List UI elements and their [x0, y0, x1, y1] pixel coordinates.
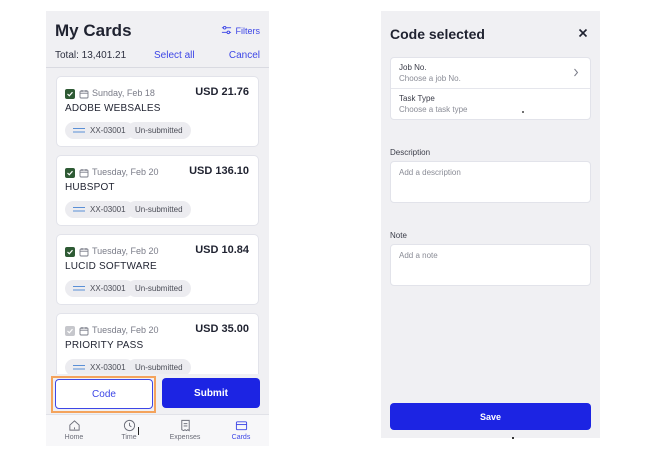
transaction-amount: USD 10.84: [195, 244, 249, 256]
my-cards-screen: My Cards Filters Total: 13,401.21 Select…: [46, 11, 269, 446]
job-code-chip: XX-03001: [65, 201, 134, 218]
task-type-select[interactable]: Task Type Choose a task type: [391, 89, 590, 120]
filters-label: Filters: [235, 25, 261, 36]
checkbox-checked[interactable]: [65, 168, 75, 178]
tab-cards[interactable]: Cards: [219, 419, 263, 441]
total-row: Total: 13,401.21 Select all Cancel: [55, 50, 260, 64]
job-code: XX-03001: [90, 284, 126, 293]
transaction-card[interactable]: Tuesday, Feb 20 USD 10.84 LUCID SOFTWARE…: [56, 234, 259, 305]
tab-expenses[interactable]: Expenses: [163, 419, 207, 441]
job-number-label: Job No.: [399, 63, 427, 72]
transaction-card[interactable]: Tuesday, Feb 20 USD 35.00 PRIORITY PASS …: [56, 313, 259, 374]
status-badge: Un-submitted: [127, 122, 191, 139]
save-button[interactable]: Save: [390, 403, 591, 430]
cancel-button[interactable]: Cancel: [229, 50, 260, 61]
transaction-date: Tuesday, Feb 20: [92, 325, 159, 335]
select-all-button[interactable]: Select all: [154, 50, 195, 61]
check-icon: [67, 249, 73, 255]
status-badge: Un-submitted: [127, 359, 191, 374]
calendar-icon: [79, 169, 89, 178]
checkbox-checked[interactable]: [65, 247, 75, 257]
merchant-name: PRIORITY PASS: [65, 340, 144, 351]
job-code-chip: XX-03001: [65, 280, 134, 297]
calendar-icon: [79, 248, 89, 257]
description-field[interactable]: Add a description: [390, 161, 591, 203]
tab-label: Expenses: [169, 434, 201, 441]
transaction-amount: USD 21.76: [195, 86, 249, 98]
check-icon: [67, 91, 73, 97]
code-selected-sheet: Code selected Job No. Choose a job No. T…: [381, 11, 600, 438]
chevron-right-icon: [574, 68, 579, 77]
action-bar: Code Submit: [46, 374, 269, 414]
card-transaction-list[interactable]: Sunday, Feb 18 USD 21.76 ADOBE WEBSALES …: [46, 68, 269, 374]
transaction-amount: USD 35.00: [195, 323, 249, 335]
checkbox-unchecked[interactable]: [65, 326, 75, 336]
clock-icon: [123, 419, 135, 432]
page-title: My Cards: [55, 21, 132, 40]
tab-label: Time: [121, 434, 137, 441]
home-indicator: [512, 437, 514, 439]
card-icon: [235, 421, 247, 431]
transaction-card[interactable]: Tuesday, Feb 20 USD 136.10 HUBSPOT XX-03…: [56, 155, 259, 226]
merchant-name: HUBSPOT: [65, 182, 115, 193]
transaction-date: Tuesday, Feb 20: [92, 167, 159, 177]
job-task-selector: Job No. Choose a job No. Task Type Choos…: [390, 57, 591, 120]
calendar-icon: [79, 327, 89, 336]
check-icon: [67, 328, 73, 334]
description-placeholder: Add a description: [399, 168, 461, 177]
transaction-amount: USD 136.10: [189, 165, 249, 177]
note-field[interactable]: Add a note: [390, 244, 591, 286]
code-lines-icon: [73, 286, 85, 291]
receipt-icon: [180, 419, 190, 432]
job-code: XX-03001: [90, 126, 126, 135]
tab-label: Home: [64, 434, 84, 441]
header: My Cards Filters Total: 13,401.21 Select…: [46, 11, 269, 67]
job-number-select[interactable]: Job No. Choose a job No.: [391, 58, 590, 89]
sheet-title: Code selected: [390, 26, 485, 42]
cursor-dot: [522, 111, 524, 113]
checkbox-checked[interactable]: [65, 89, 75, 99]
bottom-tab-bar: Home Time Expenses Cards: [46, 414, 269, 446]
merchant-name: LUCID SOFTWARE: [65, 261, 157, 272]
code-lines-icon: [73, 365, 85, 370]
job-code-chip: XX-03001: [65, 359, 134, 374]
task-type-placeholder: Choose a task type: [399, 105, 468, 114]
filter-icon: [221, 26, 231, 35]
status-badge: Un-submitted: [127, 201, 191, 218]
job-code-chip: XX-03001: [65, 122, 134, 139]
merchant-name: ADOBE WEBSALES: [65, 103, 161, 114]
transaction-date: Sunday, Feb 18: [92, 88, 155, 98]
job-code: XX-03001: [90, 363, 126, 372]
code-lines-icon: [73, 207, 85, 212]
tab-time[interactable]: Time: [107, 419, 151, 441]
job-code: XX-03001: [90, 205, 126, 214]
submit-button[interactable]: Submit: [162, 378, 260, 408]
tab-label: Cards: [231, 434, 251, 441]
code-lines-icon: [73, 128, 85, 133]
transaction-date: Tuesday, Feb 20: [92, 246, 159, 256]
close-icon[interactable]: [578, 28, 588, 38]
description-label: Description: [390, 148, 431, 157]
task-type-label: Task Type: [399, 94, 435, 103]
total-amount: Total: 13,401.21: [55, 50, 127, 61]
status-badge: Un-submitted: [127, 280, 191, 297]
note-label: Note: [390, 231, 407, 240]
tab-home[interactable]: Home: [52, 419, 96, 441]
job-number-placeholder: Choose a job No.: [399, 74, 461, 83]
calendar-icon: [79, 90, 89, 99]
home-indicator: [138, 427, 139, 435]
note-placeholder: Add a note: [399, 251, 438, 260]
transaction-card[interactable]: Sunday, Feb 18 USD 21.76 ADOBE WEBSALES …: [56, 76, 259, 147]
home-icon: [68, 420, 80, 431]
code-button[interactable]: Code: [55, 379, 153, 409]
check-icon: [67, 170, 73, 176]
filters-button[interactable]: Filters: [221, 25, 261, 36]
